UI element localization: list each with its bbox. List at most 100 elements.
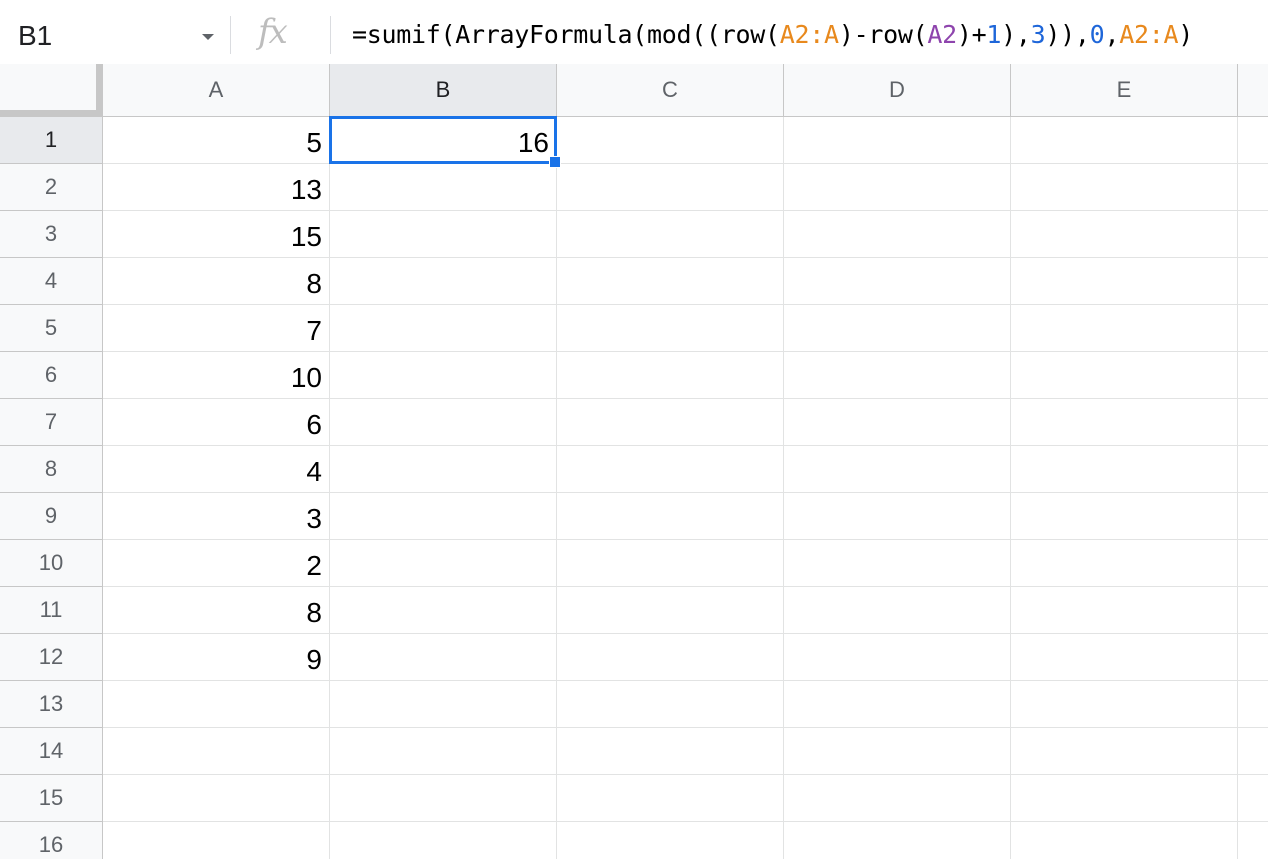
freeze-handle-horizontal[interactable] <box>0 110 103 117</box>
cell-d3[interactable] <box>784 211 1011 258</box>
cell-a7[interactable]: 6 <box>103 399 330 446</box>
row-header-2[interactable]: 2 <box>0 164 103 211</box>
row-header-16[interactable]: 16 <box>0 822 103 859</box>
column-header-d[interactable]: D <box>784 64 1011 117</box>
column-header-a[interactable]: A <box>103 64 330 117</box>
cell-a9[interactable]: 3 <box>103 493 330 540</box>
cell-partial[interactable] <box>1238 681 1268 728</box>
cell-e12[interactable] <box>1011 634 1238 681</box>
cell-b8[interactable] <box>330 446 557 493</box>
row-header-14[interactable]: 14 <box>0 728 103 775</box>
cell-e6[interactable] <box>1011 352 1238 399</box>
cell-d5[interactable] <box>784 305 1011 352</box>
cell-c7[interactable] <box>557 399 784 446</box>
cell-d6[interactable] <box>784 352 1011 399</box>
cell-a4[interactable]: 8 <box>103 258 330 305</box>
cell-b4[interactable] <box>330 258 557 305</box>
cell-partial[interactable] <box>1238 775 1268 822</box>
cell-partial[interactable] <box>1238 634 1268 681</box>
cell-partial[interactable] <box>1238 728 1268 775</box>
cell-c2[interactable] <box>557 164 784 211</box>
cell-b10[interactable] <box>330 540 557 587</box>
cell-c15[interactable] <box>557 775 784 822</box>
cell-e1[interactable] <box>1011 117 1238 164</box>
cell-c1[interactable] <box>557 117 784 164</box>
cell-e11[interactable] <box>1011 587 1238 634</box>
cell-c10[interactable] <box>557 540 784 587</box>
cell-c5[interactable] <box>557 305 784 352</box>
cell-d10[interactable] <box>784 540 1011 587</box>
cell-d13[interactable] <box>784 681 1011 728</box>
cell-b3[interactable] <box>330 211 557 258</box>
column-header-e[interactable]: E <box>1011 64 1238 117</box>
column-header-c[interactable]: C <box>557 64 784 117</box>
cell-c6[interactable] <box>557 352 784 399</box>
cell-d8[interactable] <box>784 446 1011 493</box>
cell-d11[interactable] <box>784 587 1011 634</box>
cell-b15[interactable] <box>330 775 557 822</box>
cell-a6[interactable]: 10 <box>103 352 330 399</box>
cell-partial[interactable] <box>1238 117 1268 164</box>
cell-partial[interactable] <box>1238 587 1268 634</box>
cell-e3[interactable] <box>1011 211 1238 258</box>
cell-d14[interactable] <box>784 728 1011 775</box>
cell-e8[interactable] <box>1011 446 1238 493</box>
cell-b11[interactable] <box>330 587 557 634</box>
cell-c8[interactable] <box>557 446 784 493</box>
cell-partial[interactable] <box>1238 822 1268 859</box>
cell-c3[interactable] <box>557 211 784 258</box>
row-header-7[interactable]: 7 <box>0 399 103 446</box>
cell-e15[interactable] <box>1011 775 1238 822</box>
cell-d16[interactable] <box>784 822 1011 859</box>
row-header-15[interactable]: 15 <box>0 775 103 822</box>
cell-partial[interactable] <box>1238 446 1268 493</box>
cell-e7[interactable] <box>1011 399 1238 446</box>
cell-c9[interactable] <box>557 493 784 540</box>
row-header-9[interactable]: 9 <box>0 493 103 540</box>
cell-b2[interactable] <box>330 164 557 211</box>
cell-b14[interactable] <box>330 728 557 775</box>
column-header-partial[interactable] <box>1238 64 1268 117</box>
cell-b1[interactable]: 16 <box>330 117 557 164</box>
cell-e2[interactable] <box>1011 164 1238 211</box>
fill-handle[interactable] <box>549 156 561 168</box>
row-header-13[interactable]: 13 <box>0 681 103 728</box>
cell-d15[interactable] <box>784 775 1011 822</box>
cell-a8[interactable]: 4 <box>103 446 330 493</box>
select-all-corner[interactable] <box>0 64 103 117</box>
cell-e13[interactable] <box>1011 681 1238 728</box>
cell-a11[interactable]: 8 <box>103 587 330 634</box>
row-header-4[interactable]: 4 <box>0 258 103 305</box>
cell-partial[interactable] <box>1238 540 1268 587</box>
name-box[interactable]: B1 <box>0 0 230 70</box>
cell-c4[interactable] <box>557 258 784 305</box>
cell-d1[interactable] <box>784 117 1011 164</box>
cell-d12[interactable] <box>784 634 1011 681</box>
cell-c14[interactable] <box>557 728 784 775</box>
cell-c11[interactable] <box>557 587 784 634</box>
row-header-8[interactable]: 8 <box>0 446 103 493</box>
cell-c13[interactable] <box>557 681 784 728</box>
cell-partial[interactable] <box>1238 399 1268 446</box>
cell-a12[interactable]: 9 <box>103 634 330 681</box>
cell-e16[interactable] <box>1011 822 1238 859</box>
cell-a10[interactable]: 2 <box>103 540 330 587</box>
column-header-b[interactable]: B <box>330 64 557 117</box>
cell-a5[interactable]: 7 <box>103 305 330 352</box>
formula-input[interactable]: =sumif(ArrayFormula(mod((row(A2:A)-row(A… <box>352 20 1193 49</box>
cell-b9[interactable] <box>330 493 557 540</box>
cell-partial[interactable] <box>1238 211 1268 258</box>
row-header-11[interactable]: 11 <box>0 587 103 634</box>
cell-a14[interactable] <box>103 728 330 775</box>
cell-a2[interactable]: 13 <box>103 164 330 211</box>
cell-partial[interactable] <box>1238 493 1268 540</box>
row-header-5[interactable]: 5 <box>0 305 103 352</box>
row-header-3[interactable]: 3 <box>0 211 103 258</box>
cell-d2[interactable] <box>784 164 1011 211</box>
cell-b7[interactable] <box>330 399 557 446</box>
cell-a3[interactable]: 15 <box>103 211 330 258</box>
row-header-10[interactable]: 10 <box>0 540 103 587</box>
cell-e9[interactable] <box>1011 493 1238 540</box>
row-header-12[interactable]: 12 <box>0 634 103 681</box>
cell-d9[interactable] <box>784 493 1011 540</box>
